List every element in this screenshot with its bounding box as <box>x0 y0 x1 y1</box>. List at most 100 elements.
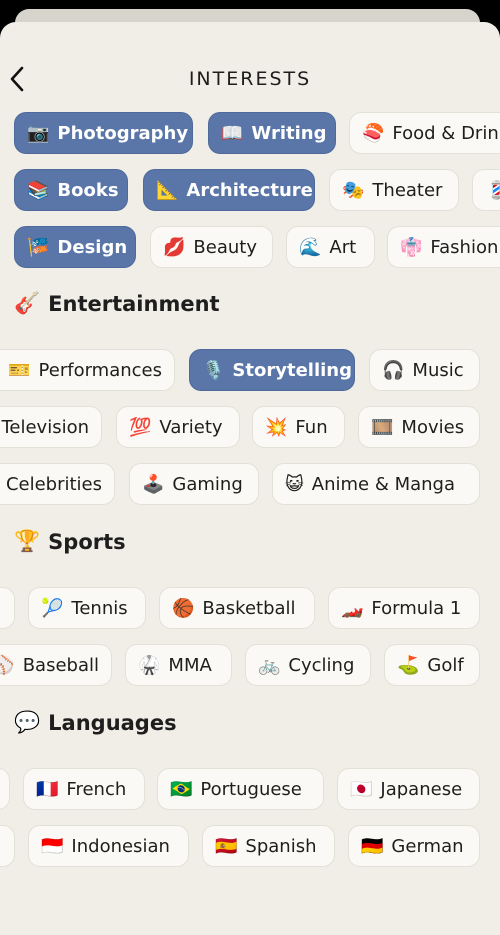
chip-label: Performances <box>38 359 162 381</box>
interest-chip-television[interactable]: Television <box>0 406 102 448</box>
chip-label: Formula 1 <box>371 597 462 619</box>
emoji-icon: 🎙️ <box>202 359 225 381</box>
emoji-icon: 🥋 <box>138 654 161 676</box>
interest-chip-art[interactable]: 🌊 Art <box>286 226 375 268</box>
chip-label: Architecture <box>186 179 313 201</box>
interest-chip-german[interactable]: 🇩🇪 German <box>348 825 480 867</box>
emoji-icon: 💥 <box>265 416 288 438</box>
emoji-icon: 🚲 <box>258 654 281 676</box>
chip-label: French <box>66 778 127 800</box>
interest-chip[interactable] <box>0 825 15 867</box>
chip-label: Photography <box>57 122 189 144</box>
interest-chip-formula-1[interactable]: 🏎️ Formula 1 <box>328 587 480 629</box>
emoji-icon: 🇧🇷 <box>170 778 193 800</box>
interest-chip-celebrities[interactable]: Celebrities <box>0 463 115 505</box>
interest-chip[interactable] <box>0 768 10 810</box>
interest-chip-beauty[interactable]: 💋 Beauty <box>150 226 273 268</box>
emoji-icon: 💈 <box>485 180 500 201</box>
chip-label: Beauty <box>193 236 257 258</box>
emoji-icon: 📷 <box>27 122 50 144</box>
emoji-icon: 🎏 <box>27 236 50 258</box>
chip-label: Portuguese <box>200 778 302 800</box>
interest-chip-design[interactable]: 🎏 Design <box>14 226 136 268</box>
section-icon: 💬 <box>14 710 41 734</box>
chip-label: Variety <box>159 416 223 438</box>
interest-chip-spanish[interactable]: 🇪🇸 Spanish <box>202 825 335 867</box>
chip-label: Japanese <box>380 778 463 800</box>
chip-label: Fashion <box>430 236 499 258</box>
chip-label: Cycling <box>288 654 355 676</box>
emoji-icon: ⛳ <box>397 654 420 676</box>
chip-label: Anime & Manga <box>311 473 456 495</box>
section-title: Languages <box>48 710 177 735</box>
interest-chip-cycling[interactable]: 🚲 Cycling <box>245 644 371 686</box>
chip-label: Food & Drink <box>392 122 500 144</box>
emoji-icon: 🇫🇷 <box>36 778 59 800</box>
interest-chip-variety[interactable]: 💯 Variety <box>116 406 240 448</box>
emoji-icon: ⚾ <box>0 655 15 676</box>
emoji-icon: 👘 <box>400 236 423 258</box>
emoji-icon: 🎫 <box>8 359 31 381</box>
chip-label: Indonesian <box>71 835 170 857</box>
interest-chip-french[interactable]: 🇫🇷 French <box>23 768 145 810</box>
page-title: INTERESTS <box>188 68 312 90</box>
section-title: Sports <box>48 529 126 554</box>
interest-chip-music[interactable]: 🎧 Music <box>369 349 480 391</box>
emoji-icon: 🇩🇪 <box>361 835 384 857</box>
emoji-icon: 🕹️ <box>142 473 165 495</box>
interest-chip-photography[interactable]: 📷 Photography <box>14 112 193 154</box>
chip-label: Fun <box>295 416 328 438</box>
interest-chip-baseball[interactable]: ⚾ Baseball <box>0 644 112 686</box>
section-icon: 🎸 <box>14 291 41 315</box>
chip-label: Theater <box>372 179 443 201</box>
emoji-icon: 🇪🇸 <box>215 835 238 857</box>
interest-chip[interactable] <box>0 587 15 629</box>
interest-chip-gaming[interactable]: 🕹️ Gaming <box>129 463 259 505</box>
chip-label: Gaming <box>172 473 243 495</box>
emoji-icon: 🍣 <box>362 122 385 144</box>
chip-label: MMA <box>168 654 212 676</box>
interest-chip-tennis[interactable]: 🎾 Tennis <box>28 587 146 629</box>
emoji-icon: 🏎️ <box>341 597 364 619</box>
section-title: Entertainment <box>48 291 220 316</box>
chip-label: Music <box>412 359 464 381</box>
emoji-icon: 🎧 <box>382 359 405 381</box>
interest-chip-movies[interactable]: 🎞️ Movies <box>358 406 480 448</box>
emoji-icon: 🎭 <box>342 179 365 201</box>
interest-chip-architecture[interactable]: 📐 Architecture <box>143 169 315 211</box>
interest-chip-japanese[interactable]: 🇯🇵 Japanese <box>337 768 480 810</box>
interest-chip-books[interactable]: 📚 Books <box>14 169 128 211</box>
chip-label: German <box>391 835 464 857</box>
section-heading-entertainment: 🎸 Entertainment <box>14 291 220 316</box>
chip-label: Television <box>1 416 89 438</box>
interests-sheet: INTERESTS 📷 Photography 📖 Writing 🍣 Food & Dr… <box>0 22 500 935</box>
interest-chip-food-drink[interactable]: 🍣 Food & Drink <box>349 112 500 154</box>
section-heading-languages: 💬 Languages <box>14 710 177 735</box>
emoji-icon: 🌊 <box>299 236 322 258</box>
interest-chip-mma[interactable]: 🥋 MMA <box>125 644 232 686</box>
emoji-icon: 🏀 <box>172 597 195 619</box>
interest-chip-basketball[interactable]: 🏀 Basketball <box>159 587 315 629</box>
interest-chip-portuguese[interactable]: 🇧🇷 Portuguese <box>157 768 324 810</box>
emoji-icon: 📐 <box>156 179 179 201</box>
interest-chip-performances[interactable]: 🎫 Performances <box>0 349 175 391</box>
emoji-icon: 📚 <box>27 179 50 201</box>
chip-label: Writing <box>251 122 327 144</box>
interest-chip-fashion[interactable]: 👘 Fashion <box>387 226 500 268</box>
interest-chip[interactable]: 💈 <box>472 169 500 211</box>
emoji-icon: 🎞️ <box>371 416 394 438</box>
interest-chip-anime-manga[interactable]: 😺 Anime & Manga <box>272 463 480 505</box>
chip-label: Celebrities <box>5 473 102 495</box>
interest-chip-writing[interactable]: 📖 Writing <box>208 112 336 154</box>
chip-label: Storytelling <box>232 359 352 381</box>
chip-label: Design <box>57 236 128 258</box>
emoji-icon: 🇮🇩 <box>41 835 64 857</box>
interest-chip-theater[interactable]: 🎭 Theater <box>329 169 459 211</box>
chip-label: Spanish <box>245 835 317 857</box>
interest-chip-storytelling[interactable]: 🎙️ Storytelling <box>189 349 355 391</box>
interest-chip-golf[interactable]: ⛳ Golf <box>384 644 480 686</box>
interest-chip-fun[interactable]: 💥 Fun <box>252 406 345 448</box>
interest-chip-indonesian[interactable]: 🇮🇩 Indonesian <box>28 825 189 867</box>
section-heading-sports: 🏆 Sports <box>14 529 126 554</box>
emoji-icon: 🇯🇵 <box>350 778 373 800</box>
